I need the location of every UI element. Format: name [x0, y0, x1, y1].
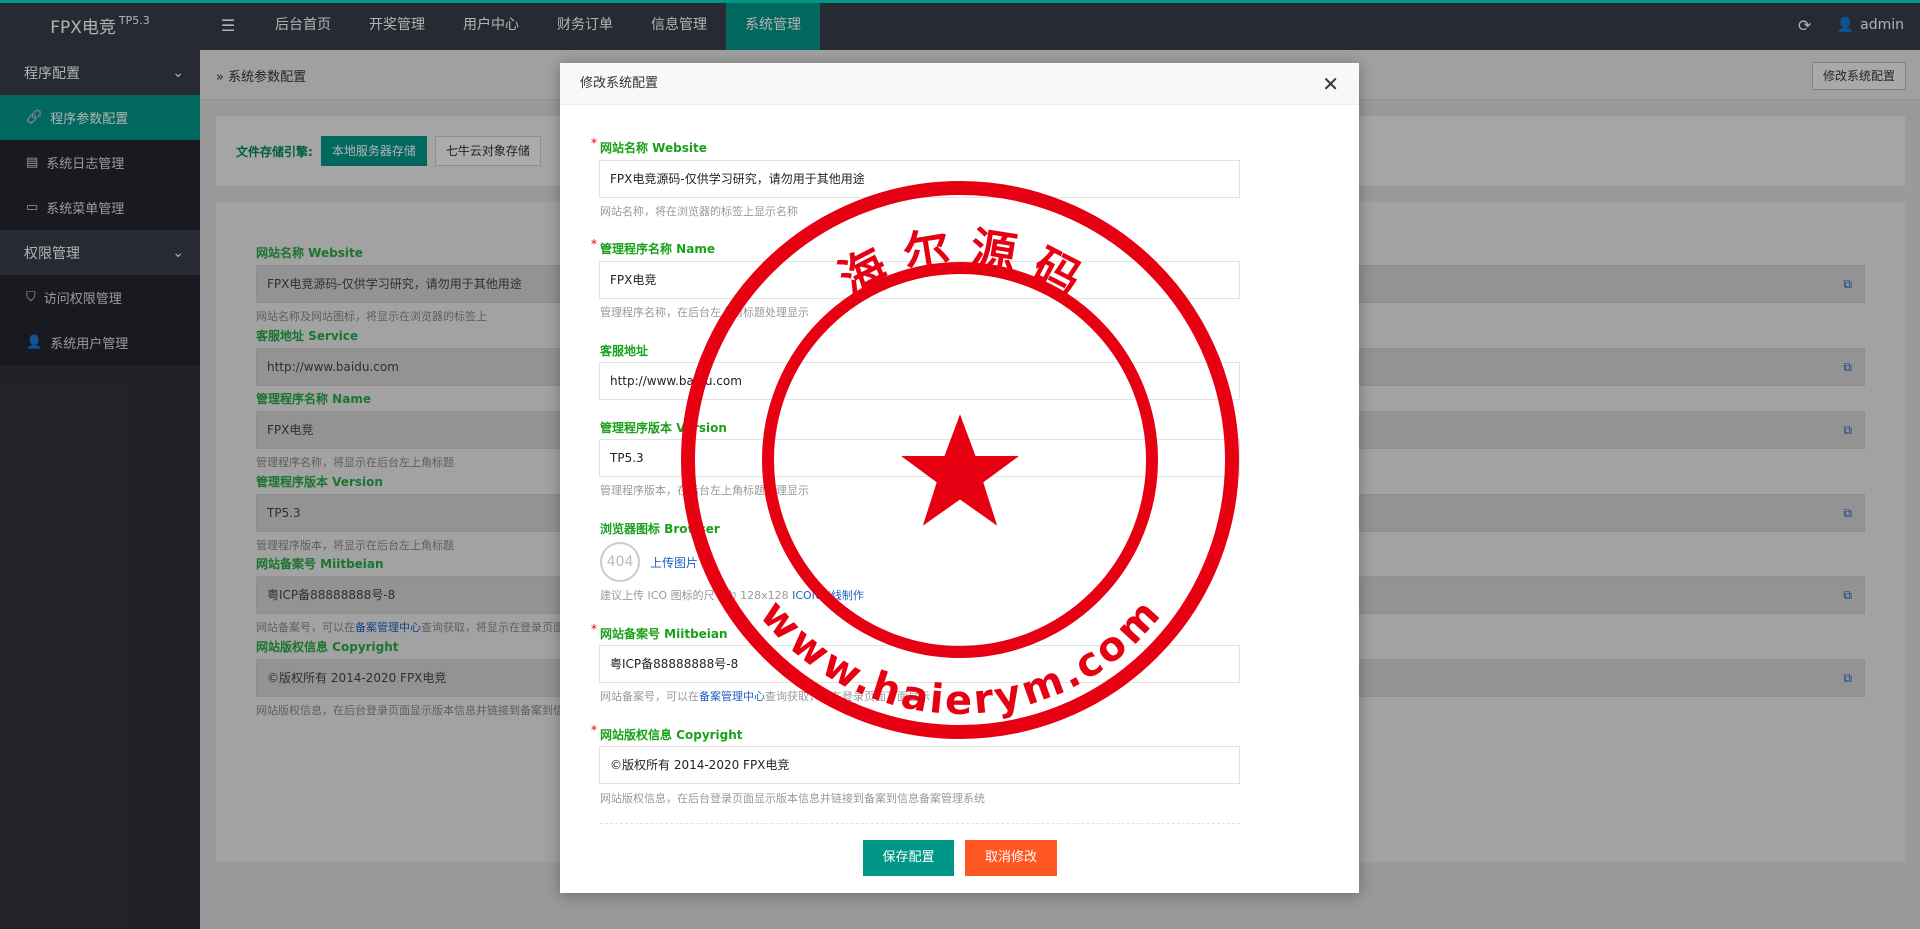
modal-copyright-label-text: 网站版权信息 Copyright — [600, 728, 743, 742]
required-mark: * — [591, 237, 597, 251]
modal-site-name-label: * 网站名称 Website — [591, 136, 707, 156]
top-accent-line — [0, 0, 1920, 3]
modal-beian-center-link[interactable]: 备案管理中心 — [699, 690, 765, 703]
modal-beian-label-text: 网站备案号 Miitbeian — [600, 627, 728, 641]
form-divider — [600, 823, 1240, 824]
required-mark: * — [591, 136, 597, 150]
browser-help-pre: 建议上传 ICO 图标的尺寸为 128x128 — [600, 589, 793, 602]
modal-version-help: 管理程序版本，在后台左上角标题处理显示 — [600, 484, 809, 497]
modal-beian-help-post: 查询获取，将在登录页面下面显示 — [765, 690, 930, 703]
modal-copyright-label: * 网站版权信息 Copyright — [591, 723, 743, 743]
beian-input[interactable]: 粤ICP备88888888号-8 — [599, 645, 1240, 683]
modal-header: 修改系统配置 ✕ — [560, 63, 1359, 105]
modal-site-name-label-text: 网站名称 Website — [600, 141, 707, 155]
modal-copyright-help: 网站版权信息，在后台登录页面显示版本信息并链接到备案到信息备案管理系统 — [600, 792, 985, 805]
modal-browser-label: 浏览器图标 Browser — [600, 522, 720, 536]
modal-beian-label: * 网站备案号 Miitbeian — [591, 622, 728, 642]
service-input[interactable]: http://www.baidu.com — [599, 362, 1240, 400]
close-icon[interactable]: ✕ — [1322, 63, 1339, 105]
modal-browser-help: 建议上传 ICO 图标的尺寸为 128x128 ICON在线制作 — [600, 587, 864, 603]
modal-service-label: 客服地址 — [600, 344, 649, 358]
modal-app-name-label: * 管理程序名称 Name — [591, 237, 715, 257]
icon-upload: 404 上传图片 — [600, 542, 698, 582]
required-mark: * — [591, 723, 597, 737]
edit-config-modal: 修改系统配置 ✕ * 网站名称 Website FPX电竞源码-仅供学习研究，请勿… — [560, 63, 1359, 893]
modal-site-name-help: 网站名称，将在浏览器的标签上显示名称 — [600, 205, 798, 218]
site-name-input[interactable]: FPX电竞源码-仅供学习研究，请勿用于其他用途 — [599, 160, 1240, 198]
modal-beian-help: 网站备案号，可以在备案管理中心查询获取，将在登录页面下面显示 — [600, 688, 930, 704]
modal-app-name-label-text: 管理程序名称 Name — [600, 242, 715, 256]
required-mark: * — [591, 622, 597, 636]
copyright-input[interactable]: ©版权所有 2014-2020 FPX电竞 — [599, 746, 1240, 784]
modal-app-name-help: 管理程序名称，在后台左上角标题处理显示 — [600, 306, 809, 319]
save-config-button[interactable]: 保存配置 — [863, 840, 954, 876]
icon-preview: 404 — [600, 542, 640, 582]
modal-title: 修改系统配置 — [580, 76, 659, 91]
version-input[interactable]: TP5.3 — [599, 439, 1240, 477]
icon-maker-link[interactable]: ICON在线制作 — [792, 589, 864, 602]
modal-version-label: 管理程序版本 Version — [600, 421, 727, 435]
upload-image-link[interactable]: 上传图片 — [650, 554, 698, 571]
cancel-edit-button[interactable]: 取消修改 — [965, 840, 1057, 876]
modal-beian-help-pre: 网站备案号，可以在 — [600, 690, 699, 703]
app-name-input[interactable]: FPX电竞 — [599, 261, 1240, 299]
